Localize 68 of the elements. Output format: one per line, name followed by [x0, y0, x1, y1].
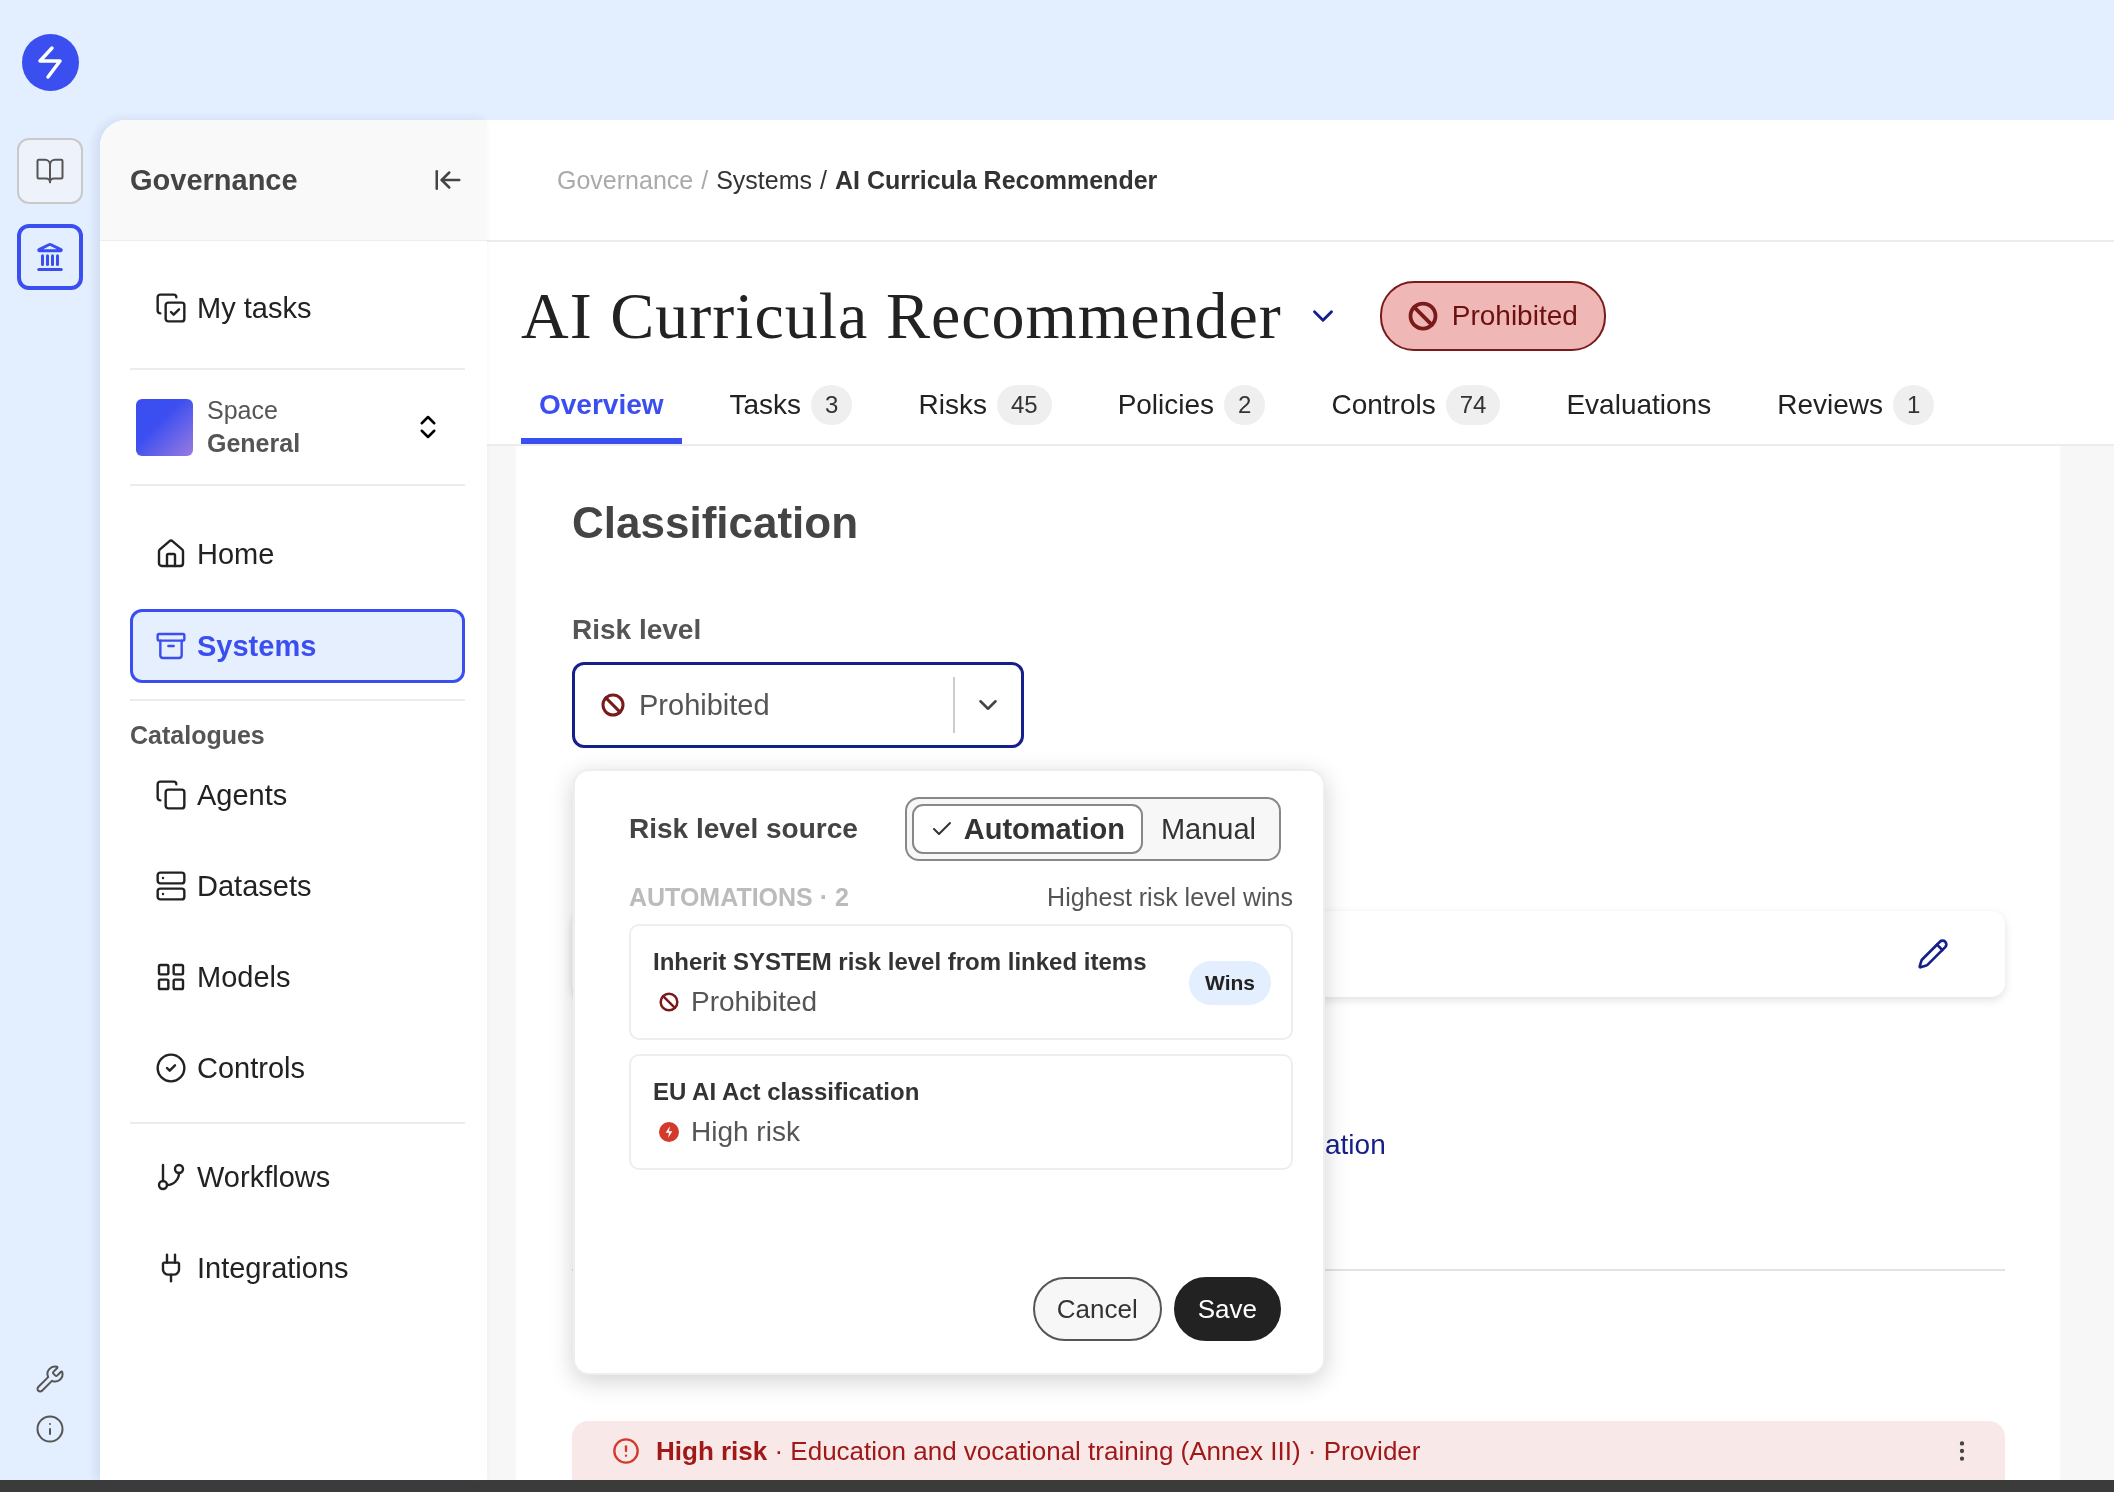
field-label: Risk level — [572, 614, 703, 646]
database-icon — [155, 870, 187, 902]
info-icon[interactable] — [35, 1414, 65, 1444]
cancel-button[interactable]: Cancel — [1032, 1277, 1162, 1341]
tab[interactable]: Risks 45 — [900, 372, 1070, 444]
breadcrumb-separator: / — [820, 165, 827, 195]
list-caption: AUTOMATIONS · 2 — [629, 883, 849, 912]
clipboard-check-icon — [155, 292, 187, 324]
prohibited-icon — [1407, 301, 1438, 331]
rail-button[interactable] — [17, 224, 83, 290]
breadcrumb-item: AI Curricula Recommender — [834, 165, 1158, 195]
copy-icon — [155, 779, 187, 811]
nav-item[interactable]: Models — [130, 940, 465, 1014]
bank-icon — [35, 242, 65, 272]
nav-item[interactable]: My tasks — [130, 271, 465, 345]
wins-badge: Wins — [1189, 961, 1271, 1005]
nav-item[interactable]: Workflows — [130, 1140, 465, 1214]
nav-item[interactable]: Integrations — [130, 1231, 465, 1305]
automation-name: EU AI Act classification — [653, 1078, 921, 1106]
save-button[interactable]: Save — [1173, 1277, 1281, 1341]
automation-result: High risk — [691, 1116, 800, 1148]
sidebar-title: Governance — [130, 163, 298, 197]
tab[interactable]: Controls 74 — [1313, 372, 1519, 444]
tab[interactable]: Reviews 1 — [1759, 372, 1953, 444]
space-switcher[interactable]: Space General — [130, 370, 465, 484]
edit-icon[interactable] — [1917, 938, 1949, 970]
high-risk-icon — [659, 1122, 679, 1142]
space-name: General — [207, 429, 302, 458]
link-text[interactable]: ation — [1325, 1129, 1386, 1160]
book-icon — [35, 156, 65, 186]
tab[interactable]: Policies 2 — [1099, 372, 1284, 444]
logo-icon — [22, 34, 79, 91]
tab-count: 3 — [811, 385, 853, 425]
space-caption: Space — [207, 396, 279, 425]
tab-count: 2 — [1224, 385, 1266, 425]
breadcrumb-item[interactable]: Systems — [716, 165, 812, 195]
nav-item[interactable]: Datasets — [130, 849, 465, 923]
popup-title: Risk level source — [629, 813, 858, 845]
grid-icon — [155, 961, 187, 993]
prohibited-icon — [601, 693, 625, 717]
automation-result: Prohibited — [691, 986, 818, 1018]
tab-count: 45 — [996, 385, 1052, 425]
tab[interactable]: Evaluations — [1548, 372, 1730, 444]
section-heading: Catalogues — [130, 721, 266, 750]
rule-text: Highest risk level wins — [1047, 883, 1293, 912]
tab[interactable]: Tasks 3 — [711, 372, 871, 444]
nav-item[interactable]: Home — [130, 517, 465, 591]
breadcrumb-separator: / — [701, 165, 709, 195]
branch-icon — [155, 1161, 187, 1193]
automation-name: Inherit SYSTEM risk level from linked items — [653, 948, 1148, 976]
section-heading: Classification — [572, 498, 860, 548]
space-avatar — [136, 398, 193, 456]
alert-icon — [612, 1437, 640, 1465]
page-title: AI Curricula Recommender — [521, 278, 1282, 354]
tab-count: 1 — [1893, 385, 1935, 425]
home-icon — [155, 538, 187, 570]
tab-count: 74 — [1445, 385, 1501, 425]
check-circle-icon — [155, 1052, 187, 1084]
status-badge: Prohibited — [1379, 281, 1606, 351]
nav-item[interactable]: Systems — [130, 609, 465, 683]
segment-option[interactable]: Manual — [1142, 804, 1274, 854]
prohibited-icon — [659, 992, 679, 1012]
nav-item[interactable]: Agents — [130, 758, 465, 832]
nav-item[interactable]: Controls — [130, 1031, 465, 1105]
alert-text: High risk · Education and vocational training (Annex III) · Provider — [656, 1435, 1422, 1467]
tools-icon[interactable] — [35, 1364, 65, 1394]
segment-option[interactable]: Automation — [911, 804, 1143, 854]
risk-level-select[interactable]: Prohibited — [572, 662, 1024, 748]
